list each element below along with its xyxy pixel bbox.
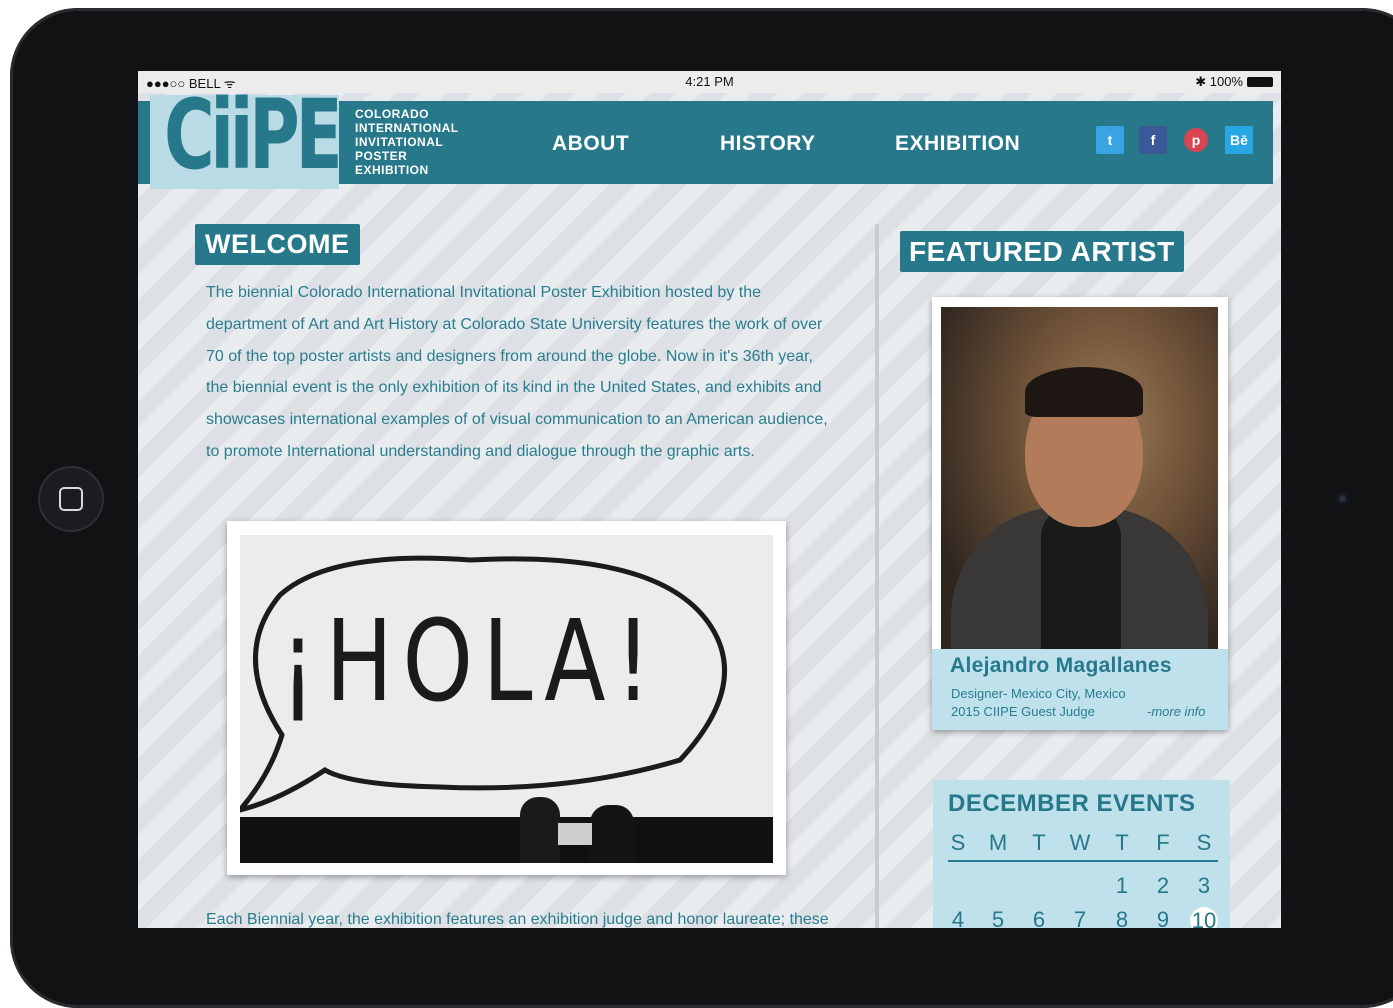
calendar-day[interactable]: 3 (1189, 873, 1219, 899)
more-info-link[interactable]: -more info (1147, 704, 1206, 719)
facebook-icon[interactable]: f (1139, 126, 1167, 154)
battery-icon (1247, 77, 1273, 87)
pinterest-icon[interactable]: p (1184, 128, 1208, 152)
twitter-icon[interactable]: t (1096, 126, 1124, 154)
hola-text: ¡HOLA! (280, 597, 661, 727)
behance-icon[interactable]: Bē (1225, 126, 1253, 154)
weekday-label: S (1196, 830, 1212, 855)
artist-photo (941, 307, 1218, 649)
calendar-divider (948, 860, 1218, 862)
event-photo: ¡HOLA! (227, 521, 786, 875)
nav-exhibition[interactable]: EXHIBITION (895, 132, 1020, 156)
org-line: COLORADO (355, 107, 429, 121)
bottom-text: Each Biennial year, the exhibition featu… (206, 911, 829, 928)
calendar-day[interactable]: 2 (1148, 873, 1178, 899)
nav-about[interactable]: ABOUT (552, 132, 629, 156)
org-line: POSTER (355, 149, 408, 163)
laptop (558, 823, 592, 845)
camera (1336, 492, 1349, 505)
org-line: INVITATIONAL (355, 135, 444, 149)
projection-screen: ¡HOLA! (240, 535, 773, 817)
calendar-day[interactable]: 9 (1148, 907, 1178, 928)
weekday-label: T (1032, 830, 1046, 855)
events-calendar: DECEMBER EVENTS S M T W T F S 1 2 3 4 5 … (933, 780, 1230, 928)
calendar-day[interactable]: 7 (1065, 907, 1095, 928)
photo-image: ¡HOLA! (240, 535, 773, 863)
nav-history[interactable]: HISTORY (720, 132, 816, 156)
weekday-label: M (988, 830, 1008, 855)
calendar-day[interactable]: 6 (1024, 907, 1054, 928)
battery-status: ✱ 100% (1195, 74, 1273, 90)
screen: ●●●○○ BELL ᯤ 4:21 PM ✱ 100% CiiPE COLORA… (138, 71, 1281, 928)
speaker-silhouette (590, 805, 634, 863)
welcome-text: The biennial Colorado International Invi… (206, 284, 828, 460)
calendar-day[interactable]: 1 (1107, 873, 1137, 899)
featured-artist-card[interactable]: Alejandro Magallanes Designer- Mexico Ci… (932, 297, 1228, 730)
today-marker: 10 (1190, 907, 1218, 928)
logo[interactable]: CiiPE (150, 87, 343, 189)
weekday-label: T (1115, 830, 1129, 855)
org-line: EXHIBITION (355, 163, 429, 177)
artist-name: Alejandro Magallanes (950, 654, 1172, 677)
featured-heading: FEATURED ARTIST (900, 231, 1184, 272)
speaker-silhouette (520, 797, 560, 863)
artist-role: Designer- Mexico City, Mexico (951, 686, 1126, 701)
calendar-day-today[interactable]: 10 (1189, 907, 1219, 928)
weekday-label: S (950, 830, 966, 855)
welcome-heading: WELCOME (195, 224, 360, 265)
calendar-day[interactable]: 4 (943, 907, 973, 928)
artist-shirt (1041, 507, 1121, 649)
battery-label: ✱ 100% (1195, 74, 1243, 89)
weekday-label: F (1156, 830, 1170, 855)
home-square-icon (59, 487, 83, 511)
artist-judge: 2015 CIIPE Guest Judge (951, 704, 1095, 719)
column-divider (875, 224, 879, 928)
org-line: INTERNATIONAL (355, 121, 459, 135)
weekday-label: W (1069, 830, 1091, 855)
calendar-day[interactable]: 8 (1107, 907, 1137, 928)
home-button[interactable] (38, 466, 104, 532)
artist-hair (1025, 367, 1143, 417)
calendar-title: DECEMBER EVENTS (948, 790, 1196, 817)
logo-text: CiiPE (164, 79, 343, 191)
org-name: COLORADO INTERNATIONAL INVITATIONAL POST… (355, 107, 459, 177)
artist-info: Alejandro Magallanes Designer- Mexico Ci… (932, 649, 1228, 730)
site-header: CiiPE COLORADO INTERNATIONAL INVITATIONA… (138, 87, 1273, 189)
calendar-day[interactable]: 5 (983, 907, 1013, 928)
